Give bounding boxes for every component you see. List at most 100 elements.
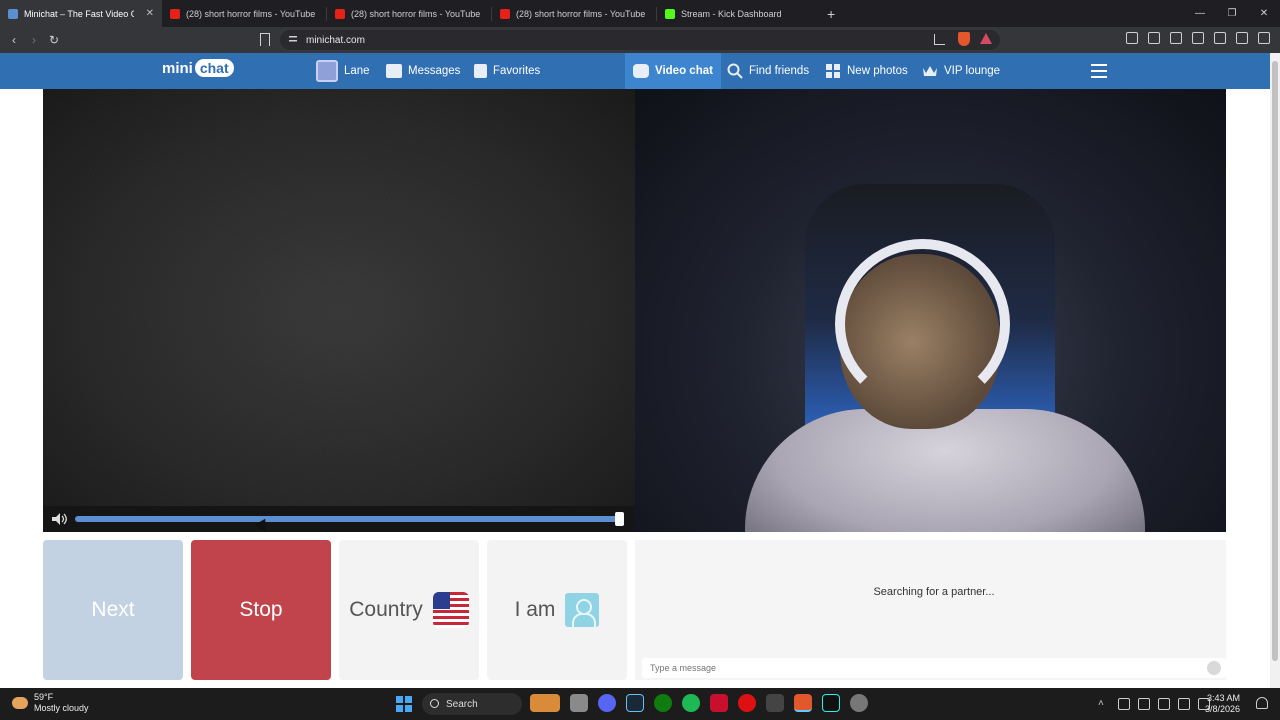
speaker-icon[interactable] [51, 513, 69, 525]
grid-icon [826, 63, 840, 78]
tiktok-icon[interactable] [822, 694, 840, 712]
chat-panel: Searching for a partner... [635, 540, 1226, 680]
tab-title: Stream - Kick Dashboard [681, 8, 782, 19]
clock-date: 3/8/2026 [1204, 704, 1240, 714]
reload-icon[interactable]: ↻ [44, 33, 64, 47]
url-text: minichat.com [306, 34, 365, 46]
video-static [43, 89, 635, 532]
clock[interactable]: 3:43 AM 3/8/2026 [1205, 693, 1240, 715]
youtube-icon [170, 8, 180, 19]
volume-icon[interactable] [1178, 698, 1190, 710]
people-icon[interactable] [530, 694, 560, 712]
bookmark-flag-icon [474, 64, 487, 78]
next-button-label: Next [91, 598, 135, 621]
brave-icon[interactable] [794, 694, 812, 712]
site-header: mini chat Lane Messages Favorites Video … [0, 53, 1270, 89]
weather-condition: Mostly cloudy [34, 703, 89, 713]
file-explorer-icon[interactable] [570, 694, 588, 712]
app-icon[interactable] [710, 694, 728, 712]
nav-find-friends[interactable]: Find friends [727, 53, 809, 89]
windows-start-icon[interactable] [396, 696, 412, 712]
youtube-icon [500, 8, 510, 19]
message-box [642, 658, 1226, 678]
browser-tab[interactable]: (28) short horror films - YouTube [327, 0, 491, 27]
new-tab-button[interactable]: + [827, 6, 835, 22]
clock-time: 3:43 AM [1206, 693, 1240, 703]
nav-video-chat[interactable]: Video chat [625, 53, 721, 89]
notification-icon[interactable] [1256, 697, 1268, 709]
avatar [316, 60, 338, 82]
taskbar-search[interactable]: Search [422, 693, 522, 715]
minichat-logo[interactable]: mini chat [162, 59, 234, 77]
i-am-label: I am [514, 598, 556, 621]
wifi-icon[interactable] [1158, 698, 1170, 710]
browser-tab[interactable]: (28) short horror films - YouTube [492, 0, 656, 27]
url-field[interactable]: minichat.com [280, 30, 1000, 50]
chevron-up-icon[interactable]: ˄ [1098, 698, 1110, 710]
nav-messages-label: Messages [408, 65, 461, 77]
stop-button-label: Stop [239, 598, 283, 621]
forward-icon[interactable]: › [24, 33, 44, 47]
nav-new-photos-label: New photos [847, 65, 908, 77]
volume-slider[interactable] [75, 516, 620, 522]
cloud-icon[interactable] [1118, 698, 1130, 710]
extension-icons [1126, 32, 1270, 44]
share-icon[interactable] [934, 34, 945, 45]
scrollbar-thumb[interactable] [1272, 61, 1278, 661]
browser-tab-strip: Minichat – The Fast Video Ch ✕ (28) shor… [0, 0, 1280, 27]
kick-icon [665, 8, 675, 19]
maximize-button[interactable]: ❐ [1216, 0, 1248, 27]
status-text: Searching for a partner... [873, 586, 995, 598]
volume-slider-handle[interactable] [615, 512, 624, 526]
steam-icon[interactable] [626, 694, 644, 712]
nav-vip-lounge[interactable]: VIP lounge [922, 53, 1000, 89]
page-scrollbar[interactable] [1270, 53, 1280, 688]
message-input[interactable] [642, 658, 1182, 678]
country-selector[interactable]: Country [339, 540, 479, 680]
bookmark-icon[interactable] [260, 33, 270, 46]
brave-shield-icon[interactable] [958, 32, 970, 46]
partner-video [43, 89, 635, 532]
hamburger-menu-icon[interactable] [1091, 64, 1107, 78]
app-icon[interactable] [766, 694, 784, 712]
site-info-icon[interactable] [288, 34, 298, 44]
system-tray: ˄ [1098, 698, 1210, 710]
music-icon[interactable] [1148, 32, 1160, 44]
window-controls: — ❐ ✕ [1184, 0, 1280, 27]
nav-profile[interactable]: Lane [316, 53, 370, 89]
leo-icon[interactable] [1214, 32, 1226, 44]
discord-icon[interactable] [598, 694, 616, 712]
taskbar-search-label: Search [446, 698, 478, 710]
xbox-icon[interactable] [654, 694, 672, 712]
next-button[interactable]: Next [43, 540, 183, 680]
wallet-icon[interactable] [1192, 32, 1204, 44]
nav-new-photos[interactable]: New photos [826, 53, 908, 89]
browser-tab[interactable]: Stream - Kick Dashboard [657, 0, 821, 27]
browser-tab[interactable]: Minichat – The Fast Video Ch ✕ [0, 0, 162, 27]
back-icon[interactable]: ‹ [4, 33, 24, 47]
menu-icon[interactable] [1258, 32, 1270, 44]
weather-widget[interactable]: 59°F Mostly cloudy [12, 692, 89, 714]
weather-icon [12, 697, 28, 709]
record-icon[interactable] [738, 694, 756, 712]
minimize-button[interactable]: — [1184, 0, 1216, 27]
vpn-icon[interactable] [1236, 32, 1248, 44]
close-icon[interactable]: ✕ [146, 8, 154, 19]
nav-messages[interactable]: Messages [386, 53, 460, 89]
us-flag-icon [432, 592, 469, 628]
browser-tab[interactable]: (28) short horror films - YouTube [162, 0, 326, 27]
nav-video-chat-label: Video chat [655, 65, 713, 77]
logo-text-chat: chat [194, 59, 234, 77]
emoji-icon[interactable] [1207, 661, 1221, 675]
sidebar-icon[interactable] [1170, 32, 1182, 44]
gender-selector[interactable]: I am [487, 540, 627, 680]
app-icon[interactable] [850, 694, 868, 712]
taskbar-apps [530, 694, 868, 712]
microphone-icon[interactable] [1138, 698, 1150, 710]
close-window-button[interactable]: ✕ [1248, 0, 1280, 27]
nav-favorites[interactable]: Favorites [474, 53, 540, 89]
spotify-icon[interactable] [682, 694, 700, 712]
tab-icon[interactable] [1126, 32, 1138, 44]
stop-button[interactable]: Stop [191, 540, 331, 680]
brave-rewards-icon[interactable] [980, 33, 992, 44]
